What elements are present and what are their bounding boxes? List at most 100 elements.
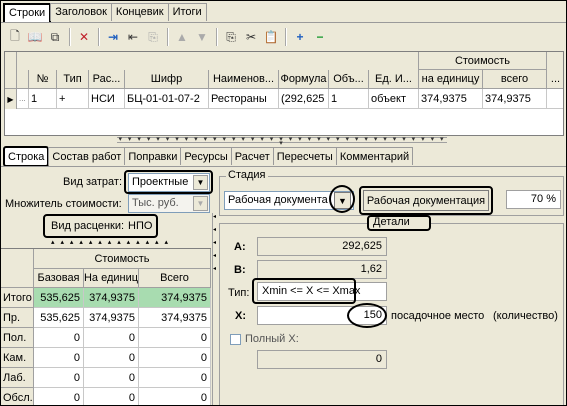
grid-header-per-unit[interactable]: на единицу bbox=[419, 70, 483, 89]
cost-cell: 535,625 bbox=[34, 308, 84, 328]
toolbar-separator bbox=[69, 28, 70, 46]
grid-cell-unit[interactable]: объект bbox=[369, 89, 419, 109]
dropdown-arrow-icon[interactable]: ▼ bbox=[193, 196, 208, 211]
toolbar-separator bbox=[98, 28, 99, 46]
grid-cell-more[interactable] bbox=[547, 89, 563, 109]
outdent-icon[interactable]: ⇤ bbox=[123, 27, 143, 47]
cost-row-label: Пр. bbox=[1, 308, 34, 328]
new-row-icon[interactable]: 🗋 bbox=[5, 27, 25, 47]
cost-header-total: Всего bbox=[139, 269, 211, 288]
cost-header-unit: На единиц bbox=[84, 269, 139, 288]
horizontal-splitter[interactable]: ▾ ▾ ▾ ▾ ▾ ▾ ▾ ▾ ▾ ▾ ▾ ▾ ▾ ▾ ▾ ▾ ▾ ▾ ▾ ▾ … bbox=[117, 136, 447, 147]
grid-cell-num[interactable]: 1 bbox=[29, 89, 57, 109]
cost-cell: 0 bbox=[139, 388, 211, 405]
full-x-checkbox[interactable] bbox=[230, 334, 241, 345]
vid-rascenki-value: НПО bbox=[128, 220, 153, 232]
tab-kommentariy[interactable]: Комментарий bbox=[335, 147, 414, 165]
copy-icon[interactable]: ⎘ bbox=[221, 27, 241, 47]
grid-header-name[interactable]: Наименов... bbox=[209, 70, 279, 89]
stadiya-combo-value: Рабочая документа bbox=[228, 194, 328, 206]
stadiya-percent-field[interactable]: 70 % bbox=[506, 190, 561, 209]
grid-cell-type[interactable]: + bbox=[57, 89, 89, 109]
mnozh-label: Множитель стоимости: bbox=[5, 198, 122, 210]
highlight-vid-zatrat bbox=[124, 170, 213, 194]
move-up-icon[interactable]: ▲ bbox=[172, 27, 192, 47]
vid-rascenki-label: Вид расценки: bbox=[51, 220, 125, 232]
cost-cell: 0 bbox=[84, 368, 139, 388]
x-measure: (количество) bbox=[493, 310, 558, 322]
grid-header-spacer bbox=[547, 52, 563, 70]
cost-row-label: Обсл. bbox=[1, 388, 34, 405]
grid-header-ras[interactable]: Рас... bbox=[89, 70, 125, 89]
tab-resursy[interactable]: Ресурсы bbox=[180, 147, 232, 165]
tab-sostav-rabot[interactable]: Состав работ bbox=[48, 147, 126, 165]
tab-raschet[interactable]: Расчет bbox=[230, 147, 274, 165]
cost-row-label: Лаб. bbox=[1, 368, 34, 388]
tab-divider bbox=[1, 22, 566, 23]
tab-koncevik[interactable]: Концевик bbox=[110, 3, 169, 21]
cost-cell: 0 bbox=[139, 328, 211, 348]
cost-row-label: Кам. bbox=[1, 348, 34, 368]
row-pointer-icon: ▶ bbox=[5, 89, 17, 109]
cost-corner bbox=[1, 249, 34, 269]
mnozh-combo[interactable]: Тыс. руб. ▼ bbox=[128, 194, 210, 213]
grid-cell-obj[interactable]: 1 bbox=[329, 89, 369, 109]
vertical-splitter[interactable]: ◂ ◂ ◂ ◂ ◂ bbox=[212, 213, 216, 405]
copy-row-icon[interactable]: ⧉ bbox=[45, 27, 65, 47]
grid-header-more[interactable]: ... bbox=[547, 70, 563, 89]
grid-cell-total[interactable]: 374,9375 bbox=[483, 89, 547, 109]
detail-tab-divider bbox=[1, 166, 566, 167]
detail-tab-bar: Строка Состав работ Поправки Ресурсы Рас… bbox=[3, 146, 414, 167]
tab-stroki[interactable]: Строки bbox=[3, 3, 52, 23]
delete-icon[interactable]: ✕ bbox=[74, 27, 94, 47]
rows-grid[interactable]: Стоимость № Тип Рас... Шифр Наименов... … bbox=[4, 51, 564, 136]
grid-header-num[interactable]: № bbox=[29, 70, 57, 89]
grid-header-tree bbox=[17, 70, 29, 89]
cost-cell: 535,625 bbox=[34, 288, 84, 308]
cut-icon[interactable]: ✂ bbox=[241, 27, 261, 47]
cost-table[interactable]: Стоимость Базовая На единиц Всего Итого … bbox=[1, 248, 211, 405]
tab-itogi[interactable]: Итоги bbox=[167, 3, 207, 21]
cost-cell: 0 bbox=[34, 348, 84, 368]
highlight-dropdown bbox=[329, 185, 355, 213]
tab-stroka[interactable]: Строка bbox=[3, 146, 50, 167]
highlight-type bbox=[252, 278, 356, 304]
expand-icon[interactable]: + bbox=[290, 27, 310, 47]
grid-header-unit[interactable]: Ед. И... bbox=[369, 70, 419, 89]
a-value-field: 292,625 bbox=[257, 237, 387, 256]
grid-header-formula[interactable]: Формула bbox=[279, 70, 329, 89]
grid-header-obj[interactable]: Объ... bbox=[329, 70, 369, 89]
full-x-field: 0 bbox=[257, 350, 387, 369]
cost-cell: 0 bbox=[84, 348, 139, 368]
vid-zatrat-label: Вид затрат: bbox=[63, 176, 123, 188]
cost-splitter[interactable]: ▴ ▴ ▴ ▴ ▴ ▴ ▴ ▴ ▴ ▴ ▴ ▴ ▴ bbox=[51, 238, 170, 246]
grid-header-spacer bbox=[17, 52, 419, 70]
paste-icon[interactable]: 📋 bbox=[261, 27, 281, 47]
details-title: Детали bbox=[373, 216, 410, 228]
grid-cell-per-unit[interactable]: 374,9375 bbox=[419, 89, 483, 109]
grid-header-shifr[interactable]: Шифр bbox=[125, 70, 209, 89]
grid-header-type[interactable]: Тип bbox=[57, 70, 89, 89]
insert-icon[interactable]: ⎘ bbox=[143, 27, 163, 47]
mnozh-value: Тыс. руб. bbox=[132, 197, 179, 209]
grid-cell-name[interactable]: Рестораны bbox=[209, 89, 279, 109]
indent-icon[interactable]: ⇥ bbox=[103, 27, 123, 47]
cost-cell: 0 bbox=[84, 328, 139, 348]
tab-pereschety[interactable]: Пересчеты bbox=[272, 147, 337, 165]
grid-cell-ras[interactable]: НСИ bbox=[89, 89, 125, 109]
toolbar-separator bbox=[167, 28, 168, 46]
collapse-icon[interactable]: − bbox=[310, 27, 330, 47]
toolbar: 🗋 📖 ⧉ ✕ ⇥ ⇤ ⎘ ▲ ▼ ⎘ ✂ 📋 + − bbox=[5, 26, 330, 48]
tab-zagolovok[interactable]: Заголовок bbox=[50, 3, 112, 21]
cost-cell: 374,9375 bbox=[84, 308, 139, 328]
tab-popravki[interactable]: Поправки bbox=[124, 147, 182, 165]
open-book-icon[interactable]: 📖 bbox=[25, 27, 45, 47]
grid-cell-formula[interactable]: (292,625 bbox=[279, 89, 329, 109]
move-down-icon[interactable]: ▼ bbox=[192, 27, 212, 47]
grid-cell-shifr[interactable]: БЦ-01-01-07-2 bbox=[125, 89, 209, 109]
grid-cell-tree: ... bbox=[17, 89, 29, 109]
document-window: Строки Заголовок Концевик Итоги 🗋 📖 ⧉ ✕ … bbox=[1, 1, 566, 405]
type-label: Тип: bbox=[228, 287, 250, 299]
toolbar-separator bbox=[285, 28, 286, 46]
grid-header-total[interactable]: всего bbox=[483, 70, 547, 89]
